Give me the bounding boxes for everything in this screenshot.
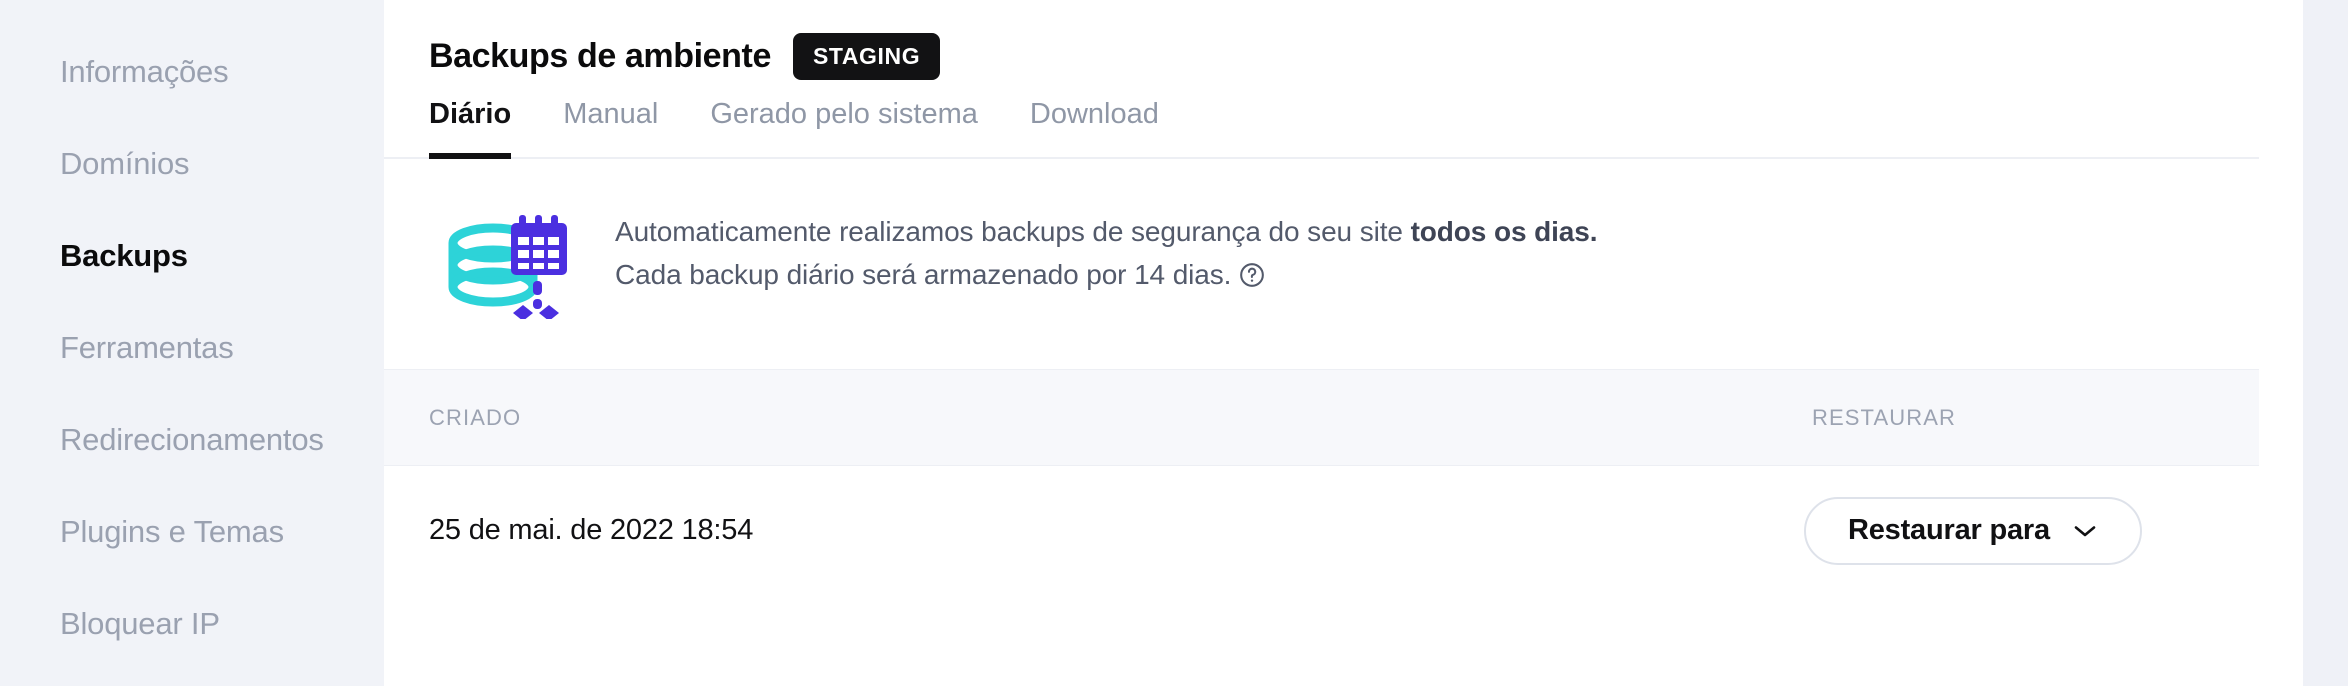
question-mark-circle-icon[interactable] [1239, 258, 1265, 301]
sidebar: Informações Domínios Backups Ferramentas… [0, 0, 384, 686]
backup-info-line-1-emphasis: todos os dias. [1410, 216, 1598, 247]
sidebar-item-redirecionamentos[interactable]: Redirecionamentos [0, 394, 384, 486]
restore-to-button-label: Restaurar para [1848, 514, 2050, 546]
sidebar-item-label: Ferramentas [60, 330, 234, 365]
page-header: Backups de ambiente STAGING [384, 0, 2304, 80]
sidebar-item-label: Backups [60, 238, 188, 273]
tab-label: Manual [563, 98, 659, 130]
sidebar-item-label: Plugins e Temas [60, 514, 284, 549]
backup-info-line-2: Cada backup diário será armazenado por 1… [615, 254, 1597, 301]
sidebar-item-label: Informações [60, 54, 229, 89]
sidebar-nav-list: Informações Domínios Backups Ferramentas… [0, 26, 384, 670]
backup-info-line-2-text: Cada backup diário será armazenado por 1… [615, 258, 1232, 290]
tabs-container: Diário Manual Gerado pelo sistema Downlo… [384, 98, 2304, 159]
sidebar-item-dominios[interactable]: Domínios [0, 118, 384, 210]
sidebar-item-informacoes[interactable]: Informações [0, 26, 384, 118]
sidebar-item-label: Domínios [60, 146, 190, 181]
tab-label: Download [1029, 98, 1159, 130]
backup-restore-cell: Restaurar para [1804, 496, 2142, 565]
tab-gerado-pelo-sistema[interactable]: Gerado pelo sistema [710, 98, 978, 159]
restore-to-button[interactable]: Restaurar para [1804, 496, 2142, 565]
tab-manual[interactable]: Manual [563, 98, 658, 159]
chevron-down-icon [2072, 523, 2098, 539]
status-badge-environment: STAGING [792, 32, 941, 80]
backup-info-panel: Automaticamente realizamos backups de se… [384, 159, 2304, 369]
tab-list: Diário Manual Gerado pelo sistema Downlo… [429, 98, 2304, 159]
backup-info-text: Automaticamente realizamos backups de se… [615, 203, 1598, 301]
sidebar-item-label: Bloquear IP [60, 606, 220, 641]
sidebar-item-ferramentas[interactable]: Ferramentas [0, 302, 384, 394]
backup-info-line-1-prefix: Automaticamente realizamos backups de se… [615, 216, 1411, 247]
column-header-restaurar: RESTAURAR [1812, 404, 1956, 430]
right-gutter [2303, 0, 2348, 686]
backup-info-line-1: Automaticamente realizamos backups de se… [615, 211, 1598, 254]
table-row: 25 de mai. de 2022 18:54 Restaurar para [384, 466, 2259, 595]
backups-table: CRIADO RESTAURAR 25 de mai. de 2022 18:5… [384, 369, 2304, 595]
sidebar-item-plugins-e-temas[interactable]: Plugins e Temas [0, 486, 384, 578]
column-header-criado: CRIADO [429, 404, 522, 430]
app-root: Informações Domínios Backups Ferramentas… [0, 0, 2348, 686]
backup-created-date: 25 de mai. de 2022 18:54 [429, 514, 754, 546]
main-content: Backups de ambiente STAGING Diário Manua… [384, 0, 2348, 686]
page-title: Backups de ambiente [429, 36, 771, 75]
database-calendar-backup-icon [447, 209, 575, 321]
tab-download[interactable]: Download [1030, 98, 1159, 159]
sidebar-item-label: Redirecionamentos [60, 422, 324, 457]
tab-label: Gerado pelo sistema [710, 98, 978, 130]
sidebar-item-bloquear-ip[interactable]: Bloquear IP [0, 578, 384, 670]
table-header-row: CRIADO RESTAURAR [384, 369, 2259, 466]
main-inner: Backups de ambiente STAGING Diário Manua… [384, 0, 2304, 595]
tab-label: Diário [429, 98, 512, 130]
tab-diario[interactable]: Diário [429, 98, 512, 159]
sidebar-item-backups[interactable]: Backups [0, 210, 384, 302]
